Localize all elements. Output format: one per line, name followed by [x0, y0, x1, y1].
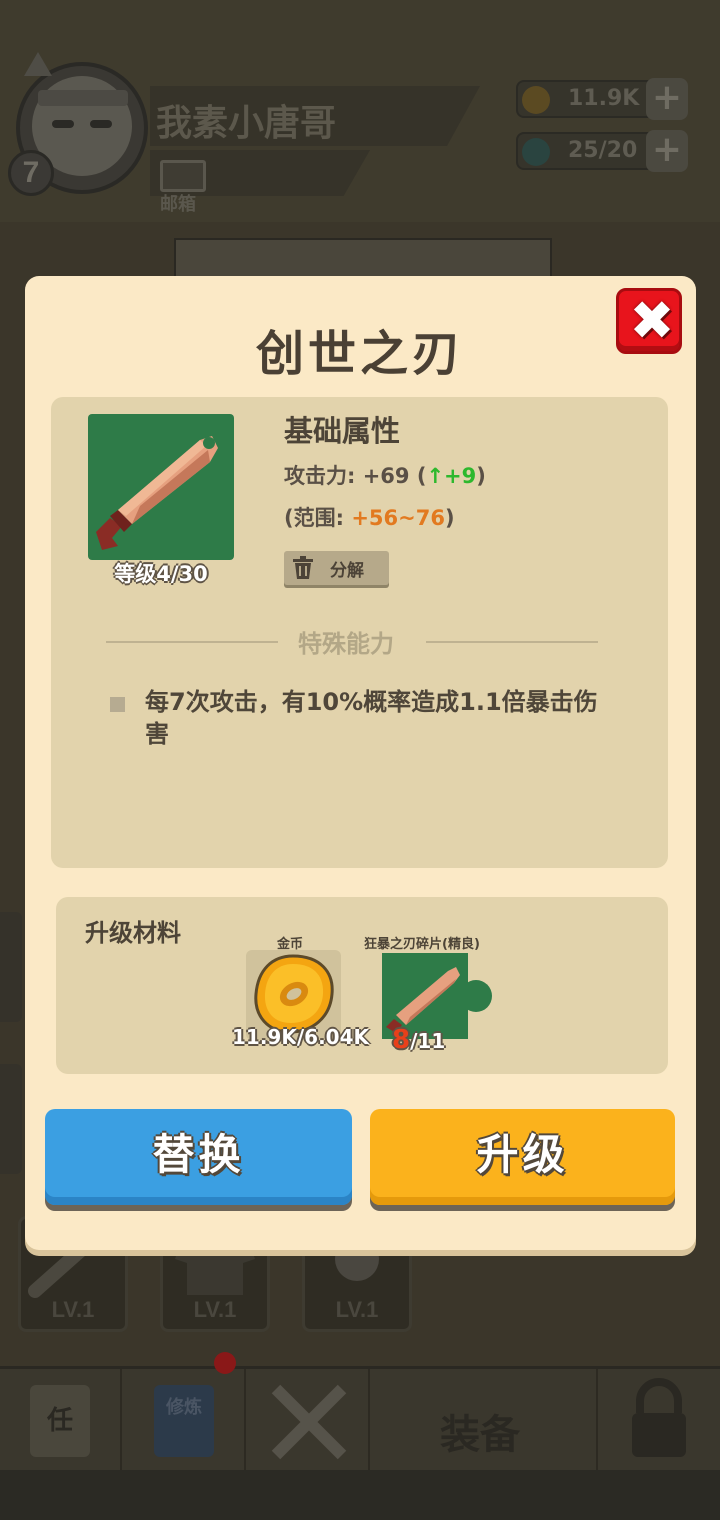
trash-icon [293, 556, 313, 579]
notification-dot [214, 1352, 236, 1374]
material-label: 狂暴之刃碎片(精良) [364, 937, 480, 952]
gold-owned: 11.9K [232, 1025, 297, 1049]
mail-icon[interactable] [160, 160, 206, 192]
avatar-headband [38, 90, 128, 106]
divider [426, 641, 598, 643]
nav-training[interactable]: 修炼 [124, 1369, 246, 1473]
special-ability-text: 每7次攻击，有10%概率造成1.1倍暴击伤害 [145, 688, 598, 748]
nav-locked[interactable] [598, 1369, 720, 1473]
blade-icon [96, 436, 218, 550]
shard-required: /11 [410, 1029, 446, 1053]
bottom-nav: 任 修炼 [0, 1366, 720, 1473]
nav-battle[interactable] [248, 1369, 370, 1473]
attack-label: 攻击力: +69 ( [284, 464, 427, 488]
avatar-crown [24, 52, 52, 76]
mail-label[interactable]: 邮箱 [160, 190, 196, 216]
close-button[interactable]: ✖ [616, 288, 682, 354]
close-icon: ✖ [629, 289, 675, 352]
shard-owned: 8 [392, 1025, 411, 1055]
avatar-eye [90, 120, 112, 128]
nav-equipment-label[interactable]: 装备 [440, 1402, 520, 1460]
range-close-paren: ) [444, 506, 455, 530]
scroll-icon: 任 [30, 1385, 90, 1457]
decompose-label: 分解 [330, 561, 364, 581]
task-glyph: 任 [46, 1406, 73, 1436]
special-ability-title: 特殊能力 [298, 630, 394, 658]
replace-button[interactable]: 替换 [45, 1109, 352, 1205]
nav-tasks[interactable]: 任 [0, 1369, 122, 1473]
range-value: +56~76 [351, 506, 445, 530]
bullet-marker [110, 697, 125, 712]
item-tile [88, 414, 234, 560]
decompose-button[interactable]: 分解 [284, 551, 389, 585]
gold-count: 11.9K/6.04K [232, 1025, 369, 1049]
equip-slot-level: LV.1 [51, 1297, 95, 1322]
attack-close-paren: ) [476, 464, 486, 488]
gold-required: /6.04K [296, 1025, 369, 1049]
materials-title: 升级材料 [85, 919, 181, 947]
bottom-strip [0, 1470, 720, 1520]
divider [106, 641, 278, 643]
shard-count: 8/11 [392, 1025, 445, 1055]
player-name: 我素小唐哥 [156, 103, 337, 144]
increase-arrow-icon: ↑ [426, 464, 445, 488]
upgrade-button[interactable]: 升级 [370, 1109, 675, 1205]
side-tab[interactable] [0, 912, 22, 1022]
side-tab[interactable] [0, 1064, 22, 1174]
avatar-eye [52, 120, 74, 128]
player-level-badge: 7 [8, 150, 54, 196]
gem-counter: 25/20 + [516, 130, 688, 172]
base-attributes-title: 基础属性 [284, 414, 401, 448]
attack-increase: +9 [444, 464, 477, 488]
gold-counter: 11.9K + [516, 78, 688, 120]
add-gem-button[interactable]: + [646, 130, 688, 172]
lock-icon [632, 1378, 686, 1457]
gem-icon [522, 138, 550, 166]
crossed-swords-icon [271, 1384, 347, 1460]
book-icon: 修炼 [154, 1385, 214, 1457]
add-gold-button[interactable]: + [646, 78, 688, 120]
train-glyph: 修炼 [166, 1397, 202, 1418]
gold-coin-icon [522, 86, 550, 114]
range-stat: (范围: +56~76) [284, 502, 455, 532]
item-level: 等级4/30 [114, 562, 208, 586]
dialog-title: 创世之刃 [255, 326, 464, 382]
equip-slot-level: LV.1 [335, 1297, 379, 1322]
gem-value: 25/20 [568, 138, 638, 163]
attack-stat: 攻击力: +69 (↑+9) [284, 460, 486, 490]
gold-value: 11.9K [568, 86, 640, 111]
range-label: (范围: [284, 506, 352, 530]
equip-slot-level: LV.1 [193, 1297, 237, 1322]
